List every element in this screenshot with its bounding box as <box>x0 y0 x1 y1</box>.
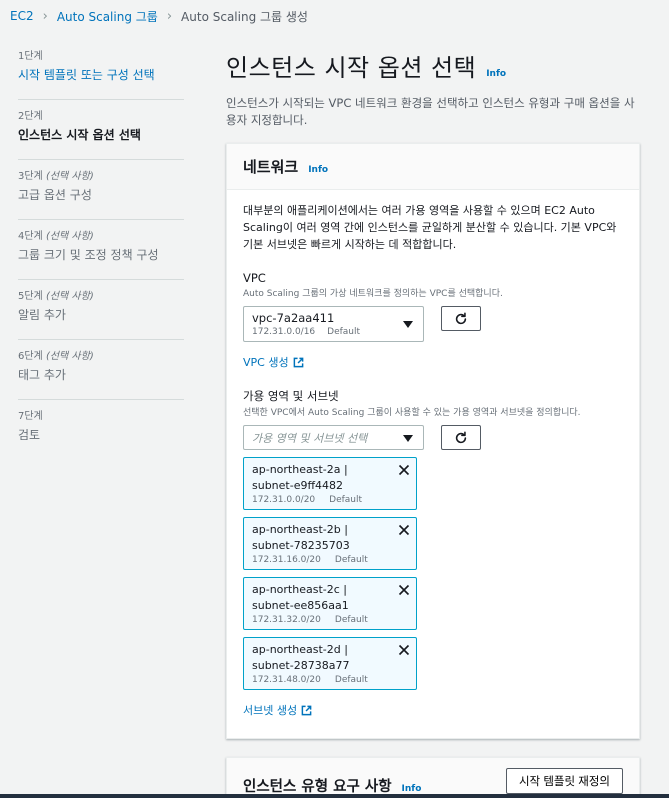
caret-down-icon <box>403 434 413 442</box>
vpc-create-link[interactable]: VPC 생성 <box>243 354 623 370</box>
external-link-icon <box>293 357 303 367</box>
network-info-link[interactable]: Info <box>308 165 328 175</box>
subnet-token: ap-northeast-2a | subnet-e9ff4482 172.31… <box>243 457 417 510</box>
step-label: 알림 추가 <box>18 308 66 322</box>
subnet-token-list: ap-northeast-2a | subnet-e9ff4482 172.31… <box>243 457 623 690</box>
refresh-icon <box>455 431 467 443</box>
close-icon[interactable] <box>398 644 410 656</box>
subnet-token: ap-northeast-2d | subnet-28738a77 172.31… <box>243 637 417 690</box>
info-link[interactable]: Info <box>486 69 506 79</box>
network-title: 네트워크 <box>243 158 299 176</box>
override-launch-template-button[interactable]: 시작 템플릿 재정의 <box>505 768 623 794</box>
step-label: 태그 추가 <box>18 368 66 382</box>
page-description: 인스턴스가 시작되는 VPC 네트워크 환경을 선택하고 인스턴스 유형과 구매… <box>226 96 635 127</box>
instance-requirements-panel: 인스턴스 유형 요구 사항 Info 시작 템플릿 재정의 <box>226 757 640 798</box>
step-number: 1단계 <box>18 51 43 62</box>
step-7: 7단계 검토 <box>18 400 184 460</box>
network-panel-header: 네트워크 Info <box>227 144 639 190</box>
step-label: 그룹 크기 및 조정 정책 구성 <box>18 248 159 262</box>
subnet-token-name: ap-northeast-2d | subnet-28738a77 <box>252 643 350 672</box>
az-select-placeholder: 가용 영역 및 서브넷 선택 <box>252 432 368 445</box>
instance-requirements-header: 인스턴스 유형 요구 사항 Info 시작 템플릿 재정의 <box>227 758 639 798</box>
breadcrumb: EC2 › Auto Scaling 그룹 › Auto Scaling 그룹 … <box>10 6 308 26</box>
subnet-token: ap-northeast-2c | subnet-ee856aa1 172.31… <box>243 577 417 630</box>
breadcrumb-current: Auto Scaling 그룹 생성 <box>181 9 308 24</box>
footer-bar <box>0 794 669 798</box>
az-description: 선택한 VPC에서 Auto Scaling 그룹이 사용할 수 있는 가용 영… <box>243 408 581 418</box>
vpc-label: VPC <box>243 271 266 285</box>
wizard-steps: 1단계 시작 템플릿 또는 구성 선택 2단계 인스턴스 시작 옵션 선택 3단… <box>18 40 184 460</box>
step-current-label: 인스턴스 시작 옵션 선택 <box>18 128 141 142</box>
subnet-token-meta: 172.31.48.0/20 Default <box>252 675 368 685</box>
step-label: 고급 옵션 구성 <box>18 188 92 202</box>
caret-down-icon <box>403 321 413 328</box>
subnet-create-link[interactable]: 서브넷 생성 <box>243 702 623 718</box>
step-number: 4단계 (선택 사항) <box>18 231 94 242</box>
subnet-token-name: ap-northeast-2c | subnet-ee856aa1 <box>252 583 349 612</box>
vpc-select[interactable]: vpc-7a2aa411 172.31.0.0/16 Default <box>243 306 424 342</box>
step-number: 6단계 (선택 사항) <box>18 351 94 362</box>
breadcrumb-auto-scaling-groups[interactable]: Auto Scaling 그룹 <box>57 8 158 25</box>
step-1[interactable]: 1단계 시작 템플릿 또는 구성 선택 <box>18 40 184 100</box>
vpc-select-value: vpc-7a2aa411 <box>252 311 335 325</box>
step-3: 3단계 (선택 사항) 고급 옵션 구성 <box>18 160 184 220</box>
chevron-right-icon: › <box>166 8 173 24</box>
subnet-token-meta: 172.31.32.0/20 Default <box>252 615 368 625</box>
step-label: 검토 <box>18 428 41 442</box>
az-select[interactable]: 가용 영역 및 서브넷 선택 <box>243 425 424 450</box>
subnet-token-name: ap-northeast-2b | subnet-78235703 <box>252 523 350 552</box>
close-icon[interactable] <box>398 464 410 476</box>
step-4: 4단계 (선택 사항) 그룹 크기 및 조정 정책 구성 <box>18 220 184 280</box>
network-description: 대부분의 애플리케이션에서는 여러 가용 영역을 사용할 수 있으며 EC2 A… <box>243 204 617 251</box>
step-link[interactable]: 시작 템플릿 또는 구성 선택 <box>18 66 184 84</box>
step-number: 3단계 (선택 사항) <box>18 171 94 182</box>
subnet-token-meta: 172.31.0.0/20 Default <box>252 495 363 505</box>
page-header: 인스턴스 시작 옵션 선택 Info <box>226 48 640 83</box>
vpc-refresh-button[interactable] <box>441 306 481 331</box>
vpc-select-meta: 172.31.0.0/16 Default <box>252 327 361 337</box>
main-content: 인스턴스 시작 옵션 선택 Info 인스턴스가 시작되는 VPC 네트워크 환… <box>226 40 640 798</box>
close-icon[interactable] <box>398 584 410 596</box>
external-link-icon <box>301 705 312 715</box>
subnet-token-name: ap-northeast-2a | subnet-e9ff4482 <box>252 463 348 492</box>
step-5: 5단계 (선택 사항) 알림 추가 <box>18 280 184 340</box>
chevron-right-icon: › <box>42 8 48 24</box>
refresh-icon <box>455 312 467 324</box>
instance-requirements-info-link[interactable]: Info <box>402 784 422 794</box>
network-panel: 네트워크 Info 대부분의 애플리케이션에서는 여러 가용 영역을 사용할 수… <box>226 143 640 739</box>
vpc-description: Auto Scaling 그룹의 가상 네트워크를 정의하는 VPC를 선택합니… <box>243 289 503 299</box>
az-refresh-button[interactable] <box>441 425 481 450</box>
subnet-token: ap-northeast-2b | subnet-78235703 172.31… <box>243 517 417 570</box>
page-title: 인스턴스 시작 옵션 선택 <box>226 54 477 82</box>
subnet-token-meta: 172.31.16.0/20 Default <box>252 555 368 565</box>
step-number: 2단계 <box>18 111 43 122</box>
az-label: 가용 영역 및 서브넷 <box>243 389 339 403</box>
step-number: 5단계 (선택 사항) <box>18 291 94 302</box>
step-6: 6단계 (선택 사항) 태그 추가 <box>18 340 184 400</box>
step-2: 2단계 인스턴스 시작 옵션 선택 <box>18 100 184 160</box>
close-icon[interactable] <box>398 524 410 536</box>
instance-requirements-title: 인스턴스 유형 요구 사항 <box>243 779 392 795</box>
step-number: 7단계 <box>18 411 43 422</box>
breadcrumb-ec2[interactable]: EC2 <box>10 9 34 23</box>
